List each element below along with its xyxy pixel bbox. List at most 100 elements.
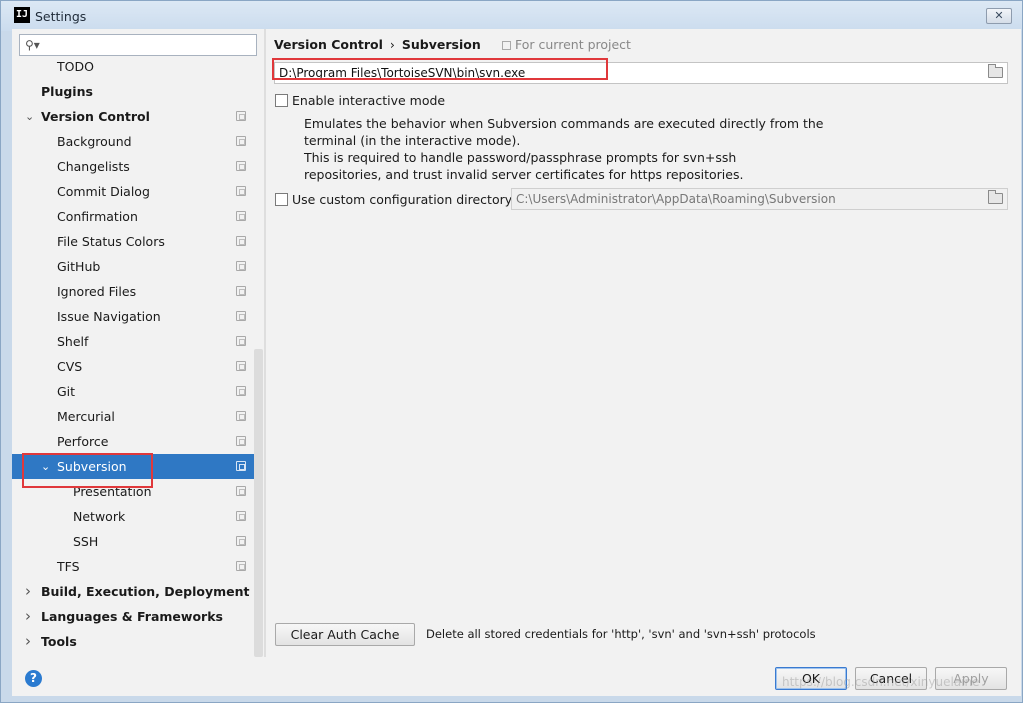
sidebar-item-github[interactable]: GitHub [12, 254, 254, 279]
sidebar-item-commit-dialog[interactable]: Commit Dialog [12, 179, 254, 204]
description-line: repositories, and trust invalid server c… [304, 167, 744, 182]
for-current-project-label: For current project [515, 37, 631, 52]
sidebar-item-confirmation[interactable]: Confirmation [12, 204, 254, 229]
sidebar-item-label: Changelists [57, 159, 130, 174]
sidebar-scrollbar-thumb[interactable] [254, 349, 263, 657]
settings-window: IJ Settings ✕ ⚲▾ TODO Plugins ⌄ Version Con… [0, 0, 1023, 703]
sidebar-item-label: Git [57, 384, 76, 399]
sidebar-item-label: Presentation [73, 484, 152, 499]
sidebar-item-label: Commit Dialog [57, 184, 150, 199]
project-scope-icon [236, 161, 246, 171]
sidebar-item-subversion[interactable]: ⌄ Subversion [12, 454, 254, 479]
sidebar-item-label: SSH [73, 534, 99, 549]
project-scope-icon [236, 186, 246, 196]
settings-search-input[interactable]: ⚲▾ [19, 34, 257, 56]
sidebar-item-label: Version Control [41, 109, 150, 124]
sidebar-item-tools[interactable]: › Tools [12, 629, 254, 654]
sidebar-item-shelf[interactable]: Shelf [12, 329, 254, 354]
sidebar-item-label: TODO [57, 59, 94, 74]
custom-config-path-input[interactable] [516, 191, 976, 207]
sidebar-item-ignored-files[interactable]: Ignored Files [12, 279, 254, 304]
clear-auth-cache-button[interactable]: Clear Auth Cache [275, 623, 415, 646]
project-scope-icon [236, 486, 246, 496]
window-title: Settings [35, 9, 87, 24]
sidebar-item-tfs[interactable]: TFS [12, 554, 254, 579]
custom-config-checkbox[interactable] [275, 193, 288, 206]
sidebar-item-label: Mercurial [57, 409, 115, 424]
sidebar-item-label: Subversion [57, 459, 127, 474]
project-scope-icon [236, 436, 246, 446]
interactive-mode-description: Emulates the behavior when Subversion co… [304, 115, 824, 183]
sidebar-item-cvs[interactable]: CVS [12, 354, 254, 379]
description-line: terminal (in the interactive mode). [304, 133, 521, 148]
description-line: Emulates the behavior when Subversion co… [304, 116, 824, 131]
sidebar-item-version-control[interactable]: ⌄ Version Control [12, 104, 254, 129]
project-scope-icon [236, 311, 246, 321]
description-line: This is required to handle password/pass… [304, 150, 737, 165]
sidebar-item-label: Tools [41, 634, 77, 649]
project-scope-icon [236, 111, 246, 121]
custom-config-label[interactable]: Use custom configuration directory: [292, 192, 515, 207]
sidebar-item-file-status-colors[interactable]: File Status Colors [12, 229, 254, 254]
chevron-right-icon[interactable]: › [25, 604, 31, 629]
custom-config-path-field[interactable] [511, 188, 1008, 210]
sidebar-item-todo[interactable]: TODO [12, 56, 254, 79]
breadcrumb: Version Control › Subversion [274, 37, 481, 52]
sidebar-item-label: Confirmation [57, 209, 138, 224]
interactive-mode-label[interactable]: Enable interactive mode [292, 93, 445, 108]
sidebar-item-label: CVS [57, 359, 83, 374]
sidebar-item-label: File Status Colors [57, 234, 165, 249]
settings-sidebar: ⚲▾ TODO Plugins ⌄ Version Control Background… [12, 29, 264, 657]
project-scope-icon [236, 386, 246, 396]
sidebar-item-languages-frameworks[interactable]: › Languages & Frameworks [12, 604, 254, 629]
project-scope-icon [236, 236, 246, 246]
sidebar-item-git[interactable]: Git [12, 379, 254, 404]
chevron-right-icon[interactable]: › [25, 629, 31, 654]
project-scope-icon [236, 361, 246, 371]
sidebar-item-label: Plugins [41, 84, 93, 99]
sidebar-item-background[interactable]: Background [12, 129, 254, 154]
project-scope-icon [236, 336, 246, 346]
sidebar-item-issue-navigation[interactable]: Issue Navigation [12, 304, 254, 329]
chevron-down-icon[interactable]: ⌄ [25, 104, 34, 129]
interactive-mode-checkbox[interactable] [275, 94, 288, 107]
search-icon: ⚲▾ [25, 38, 40, 52]
breadcrumb-separator: › [389, 37, 395, 52]
sidebar-item-label: TFS [57, 559, 80, 574]
project-scope-icon [236, 411, 246, 421]
close-button[interactable]: ✕ [986, 8, 1012, 24]
browse-folder-icon[interactable] [988, 64, 1003, 78]
sidebar-item-perforce[interactable]: Perforce [12, 429, 254, 454]
sidebar-item-label: GitHub [57, 259, 101, 274]
sidebar-item-label: Background [57, 134, 132, 149]
project-scope-icon [236, 136, 246, 146]
dialog-body: ⚲▾ TODO Plugins ⌄ Version Control Background… [12, 29, 1021, 696]
sidebar-item-ssh[interactable]: SSH [12, 529, 254, 554]
browse-folder-icon[interactable] [988, 190, 1003, 204]
sidebar-item-presentation[interactable]: Presentation [12, 479, 254, 504]
clear-auth-cache-description: Delete all stored credentials for 'http'… [426, 627, 816, 641]
sidebar-item-network[interactable]: Network [12, 504, 254, 529]
project-scope-icon [236, 211, 246, 221]
breadcrumb-parent: Version Control [274, 37, 383, 52]
sidebar-item-plugins[interactable]: Plugins [12, 79, 254, 104]
for-current-project-note: For current project [502, 37, 631, 52]
chevron-down-icon[interactable]: ⌄ [41, 454, 50, 479]
svn-executable-path-input[interactable] [279, 65, 969, 81]
project-scope-icon [236, 561, 246, 571]
help-icon[interactable]: ? [25, 670, 42, 687]
sidebar-item-build-execution-deployment[interactable]: › Build, Execution, Deployment [12, 579, 254, 604]
project-scope-icon [236, 536, 246, 546]
sidebar-item-label: Perforce [57, 434, 109, 449]
sidebar-item-label: Network [73, 509, 126, 524]
chevron-right-icon[interactable]: › [25, 579, 31, 604]
svn-executable-path-field[interactable] [274, 62, 1008, 84]
sidebar-item-label: Ignored Files [57, 284, 137, 299]
sidebar-item-label: Build, Execution, Deployment [41, 584, 250, 599]
project-scope-icon [236, 261, 246, 271]
sidebar-item-changelists[interactable]: Changelists [12, 154, 254, 179]
intellij-app-icon: IJ [14, 7, 30, 23]
project-scope-icon [502, 41, 511, 50]
sidebar-item-label: Languages & Frameworks [41, 609, 223, 624]
sidebar-item-mercurial[interactable]: Mercurial [12, 404, 254, 429]
